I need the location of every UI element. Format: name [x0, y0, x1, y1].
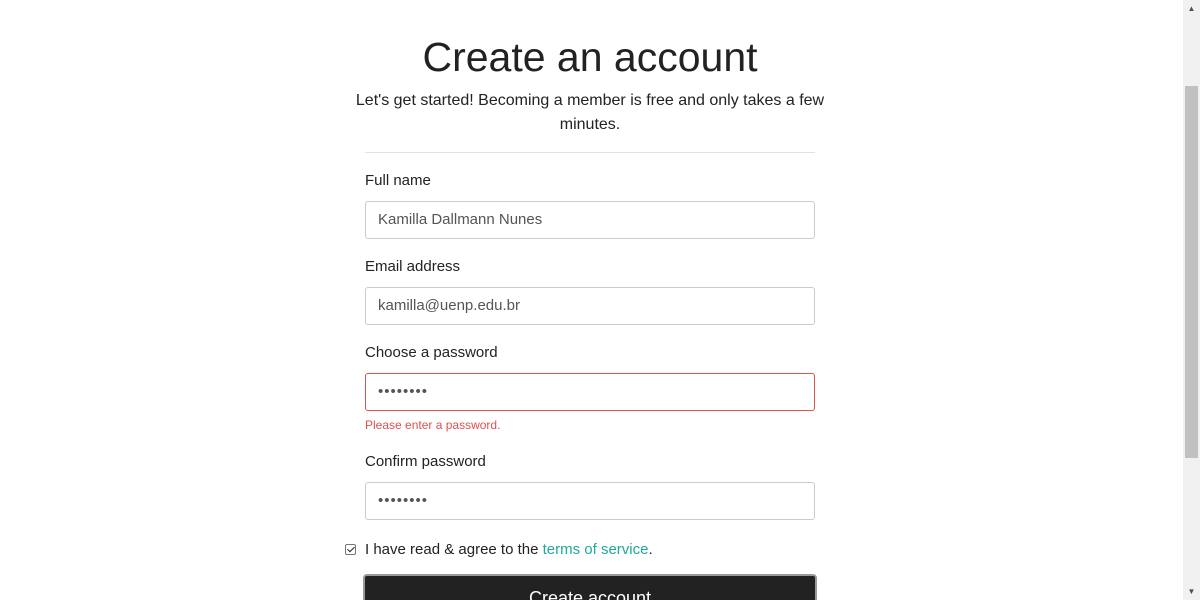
vertical-scrollbar[interactable]: ▲ ▼ [1183, 0, 1200, 600]
terms-text-end: . [648, 540, 653, 558]
terms-text: I have read & agree to the [365, 540, 543, 558]
confirm-password-input[interactable]: •••••••• [365, 482, 815, 520]
full-name-label: Full name [365, 172, 431, 189]
email-value: kamilla@uenp.edu.br [378, 297, 520, 314]
terms-checkbox[interactable] [345, 543, 356, 555]
create-account-button[interactable]: Create account [363, 574, 817, 600]
confirm-password-label: Confirm password [365, 453, 486, 470]
page-title: Create an account [422, 34, 758, 80]
terms-of-service-link[interactable]: terms of service [543, 541, 649, 558]
password-value: •••••••• [378, 383, 429, 400]
scrollbar-thumb[interactable] [1185, 86, 1198, 458]
divider [365, 152, 815, 153]
email-label: Email address [365, 258, 461, 275]
full-name-value: Kamilla Dallmann Nunes [378, 211, 543, 228]
terms-row: I have read & agree to the terms of serv… [345, 538, 653, 560]
triangle-down-icon[interactable]: ▼ [1183, 583, 1200, 600]
password-input[interactable]: •••••••• [365, 373, 815, 411]
full-name-input[interactable]: Kamilla Dallmann Nunes [365, 201, 815, 239]
password-label: Choose a password [365, 344, 498, 361]
password-error-message: Please enter a password. [365, 418, 501, 432]
triangle-up-icon[interactable]: ▲ [1183, 0, 1200, 17]
page: Create an account Let's get started! Bec… [0, 0, 1183, 600]
email-input[interactable]: kamilla@uenp.edu.br [365, 287, 815, 325]
confirm-password-value: •••••••• [378, 492, 429, 509]
page-subtitle: Let's get started! Becoming a member is … [355, 92, 825, 133]
